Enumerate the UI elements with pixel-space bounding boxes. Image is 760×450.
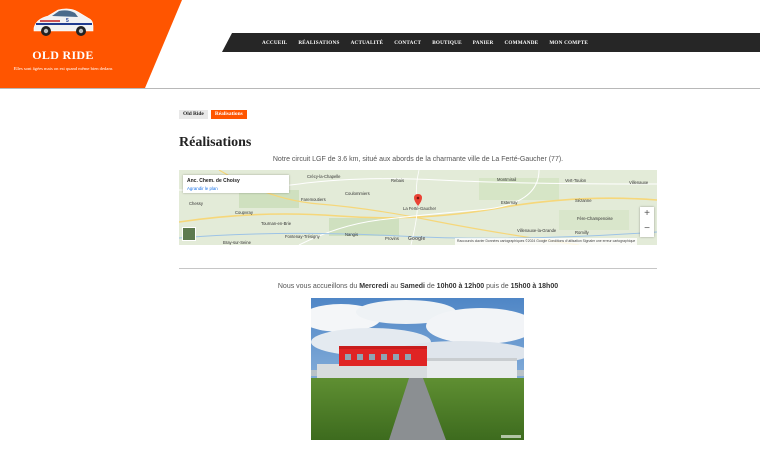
map-place-label: Fontenay-Trésigny [285,234,320,239]
site-title: OLD RIDE [32,48,94,62]
map-place-label: Villenauxe [629,180,649,185]
nav-item-realisations[interactable]: RÉALISATIONS [298,40,339,46]
map-info-card: Anc. Chem. de Choisy Agrandir le plan [183,175,289,193]
map-place-label: Crécy-la-Chapelle [307,174,341,179]
zoom-out-button[interactable]: − [640,222,654,237]
nav-item-panier[interactable]: PANIER [473,40,494,46]
nav-item-contact[interactable]: CONTACT [394,40,421,46]
map-place-label: Bray-sur-Seine [223,240,251,245]
breadcrumb-home[interactable]: Old Ride [179,110,208,119]
logo-block[interactable]: 5 OLD RIDE Elles sont âgées mais on est … [0,0,182,88]
map-attribution[interactable]: Raccourcis clavier Données cartographiqu… [455,238,638,245]
nav-item-actualite[interactable]: ACTUALITÉ [351,40,384,46]
map-google-logo: Google [408,236,426,242]
breadcrumb: Old Ride Réalisations [179,110,247,119]
hours-text: de [424,283,437,290]
map-place-label: Coupvray [235,210,253,215]
site-tagline: Elles sont âgées mais on est quand même … [13,66,113,71]
nav-item-commande[interactable]: COMMANDE [504,40,538,46]
opening-hours: Nous vous accueillons du Mercredi au Sam… [179,283,657,290]
map-zoom-control: + − [640,207,654,237]
map-place-label: Romilly [575,230,589,235]
map-place-label: Esternay [501,200,518,205]
hours-text: au [388,283,401,290]
embedded-map[interactable]: Crécy-la-Chapelle Coulommiers Faremoutie… [179,170,657,245]
hours-morning: 10h00 à 12h00 [436,283,485,290]
map-layers-icon[interactable] [182,227,196,241]
zoom-in-button[interactable]: + [640,207,654,222]
map-place-label: Montmirail [497,177,517,182]
hours-text: puis de [484,283,511,290]
map-place-label: Coulommiers [345,191,370,196]
car-logo-icon: 5 [33,8,94,36]
section-divider [179,268,657,269]
map-place-label: Nangis [345,232,359,237]
map-place-label: Villenauxe-la-Grande [517,228,557,233]
svg-text:5: 5 [66,18,69,24]
map-card-title: Anc. Chem. de Choisy [187,178,240,184]
map-place-label: Vert-Toulon [565,178,587,183]
hours-day-to: Samedi [400,283,425,290]
breadcrumb-current: Réalisations [210,110,247,119]
nav-items: ACCUEIL RÉALISATIONS ACTUALITÉ CONTACT B… [262,33,599,52]
nav-item-boutique[interactable]: BOUTIQUE [432,40,462,46]
map-place-label: Tournan-en-Brie [261,221,292,226]
hours-prefix: Nous vous accueillons du [277,283,360,290]
map-place-label: Provins [385,236,399,241]
header-divider [0,88,760,89]
map-place-label: Fère-Champenoise [577,216,613,221]
page-title: Réalisations [179,135,252,150]
intro-text: Notre circuit LGF de 3.6 km, situé aux a… [272,156,564,163]
map-place-label: La Ferté-Gaucher [403,206,437,211]
nav-item-mon-compte[interactable]: MON COMPTE [549,40,588,46]
hours-day-from: Mercredi [359,283,389,290]
map-place-label: Faremoutiers [301,197,326,202]
map-place-label: Chessy [189,201,203,206]
map-place-label: Sézanne [575,198,592,203]
circuit-building-photo [311,298,524,440]
enlarge-map-link[interactable]: Agrandir le plan [187,186,285,191]
map-place-label: Rebais [391,178,405,183]
hours-afternoon: 15h00 à 18h00 [510,283,559,290]
nav-item-accueil[interactable]: ACCUEIL [262,40,287,46]
